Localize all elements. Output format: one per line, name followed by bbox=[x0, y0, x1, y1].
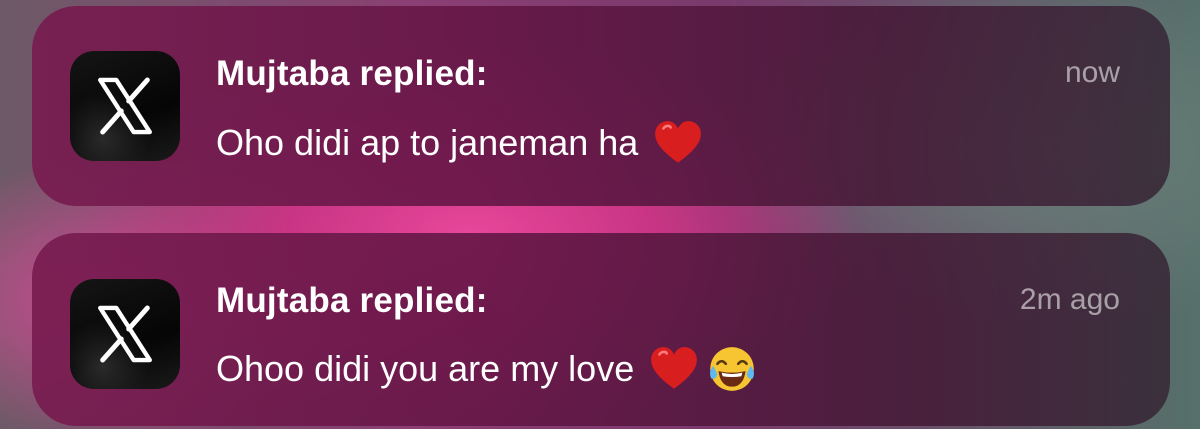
x-logo-icon bbox=[98, 305, 152, 363]
notification-message: Ohoo didi you are my love bbox=[216, 348, 635, 389]
notification-message-row: Oho didi ap to janeman ha bbox=[216, 117, 704, 169]
notification-time: now bbox=[1064, 56, 1120, 89]
notification-card[interactable]: Mujtaba replied: 2m ago Ohoo didi you ar… bbox=[32, 233, 1170, 426]
notification-time: 2m ago bbox=[1019, 283, 1120, 316]
notification-message: Oho didi ap to janeman ha bbox=[216, 122, 639, 163]
notification-message-row: Ohoo didi you are my love bbox=[216, 343, 758, 395]
notification-card[interactable]: Mujtaba replied: now Oho didi ap to jane… bbox=[32, 6, 1170, 206]
notification-title: Mujtaba replied: bbox=[216, 54, 488, 93]
red-heart-emoji bbox=[655, 121, 702, 163]
x-app-icon bbox=[70, 51, 180, 161]
red-heart-emoji bbox=[651, 347, 698, 389]
x-app-icon bbox=[70, 279, 180, 389]
notification-title: Mujtaba replied: bbox=[216, 281, 488, 320]
x-logo-icon bbox=[98, 77, 152, 135]
face-with-tears-of-joy-emoji bbox=[710, 347, 755, 391]
